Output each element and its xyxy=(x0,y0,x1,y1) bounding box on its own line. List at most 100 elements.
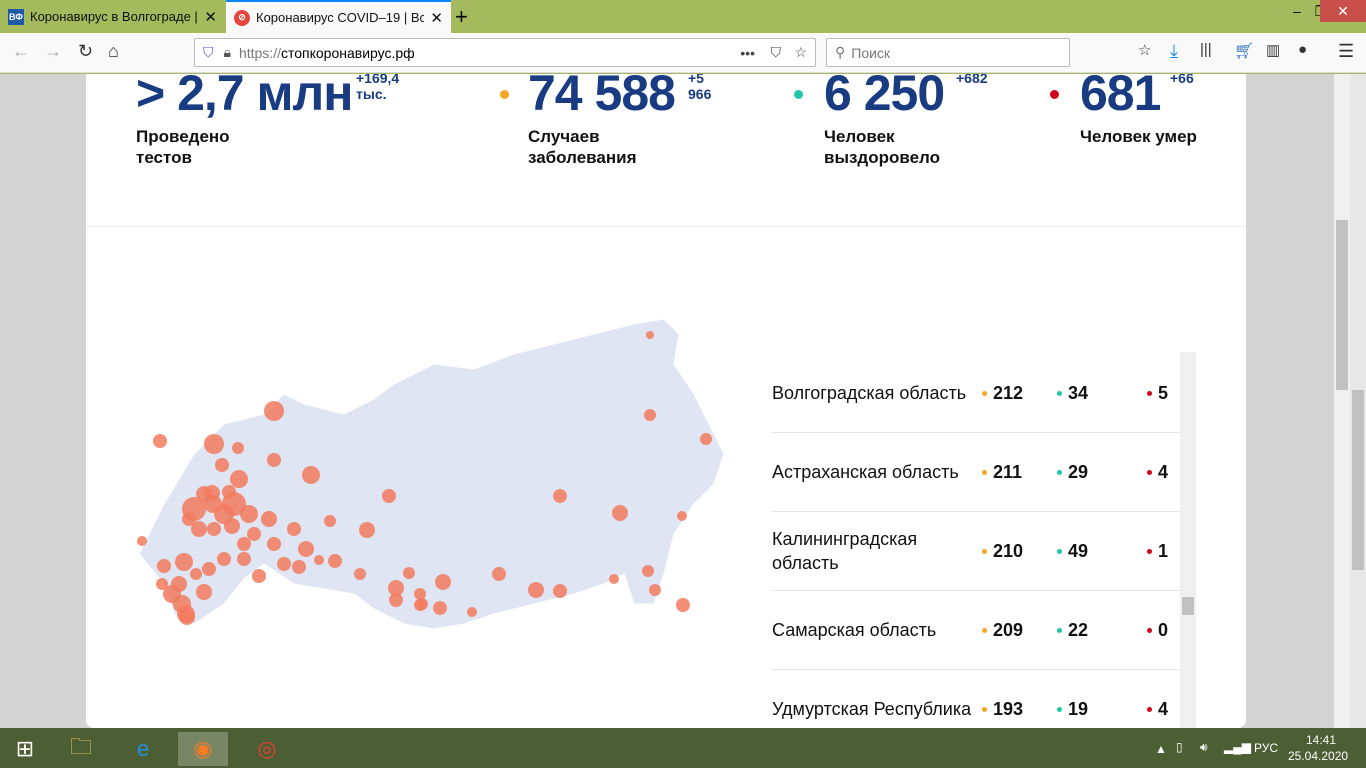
download-icon[interactable]: ⤓ xyxy=(1170,41,1178,62)
region-bubble[interactable] xyxy=(196,584,212,600)
region-row[interactable]: Волгоградская область 212 34 5 xyxy=(772,354,1196,433)
region-bubble[interactable] xyxy=(182,512,196,526)
region-bubble[interactable] xyxy=(642,565,654,577)
region-bubble[interactable] xyxy=(137,536,147,546)
clock-time[interactable]: 14:41 xyxy=(1306,733,1336,747)
region-bubble[interactable] xyxy=(237,552,251,566)
search-input[interactable]: ⚲ Поиск xyxy=(826,38,1070,67)
region-bubble[interactable] xyxy=(277,557,291,571)
forward-icon[interactable]: → xyxy=(44,41,62,62)
region-row[interactable]: Астраханская область 211 29 4 xyxy=(772,433,1196,512)
region-bubble[interactable] xyxy=(553,584,567,598)
region-bubble[interactable] xyxy=(232,442,244,454)
region-bubble[interactable] xyxy=(433,601,447,615)
ie-icon[interactable]: e xyxy=(118,732,168,766)
region-bubble[interactable] xyxy=(414,588,426,600)
library-icon[interactable]: ||| xyxy=(1200,41,1212,58)
region-bubble[interactable] xyxy=(553,489,567,503)
firefox-icon[interactable]: ◉ xyxy=(178,732,228,766)
region-bubble[interactable] xyxy=(190,568,202,580)
explorer-icon[interactable]: 🗀 xyxy=(56,732,106,766)
region-bubble[interactable] xyxy=(264,401,284,421)
clock-date[interactable]: 25.04.2020 xyxy=(1288,749,1348,763)
region-bubble[interactable] xyxy=(287,522,301,536)
region-list-scrollbar[interactable] xyxy=(1180,352,1196,728)
region-bubble[interactable] xyxy=(267,537,281,551)
region-bubble[interactable] xyxy=(202,562,216,576)
region-bubble[interactable] xyxy=(528,582,544,598)
more-icon[interactable]: ••• xyxy=(740,45,755,61)
region-bubble[interactable] xyxy=(328,554,342,568)
region-bubble[interactable] xyxy=(157,559,171,573)
region-bubble[interactable] xyxy=(196,486,212,502)
region-bubble[interactable] xyxy=(324,515,336,527)
russia-map[interactable] xyxy=(134,304,734,644)
region-bubble[interactable] xyxy=(314,555,324,565)
page-scrollbar[interactable] xyxy=(1334,74,1350,728)
region-bubble[interactable] xyxy=(646,331,654,339)
region-bubble[interactable] xyxy=(298,541,314,557)
region-bubble[interactable] xyxy=(354,568,366,580)
close-tab-icon[interactable]: ✕ xyxy=(204,8,217,26)
region-row[interactable]: Самарская область 209 22 0 xyxy=(772,591,1196,670)
region-bubble[interactable] xyxy=(649,584,661,596)
account-icon[interactable]: ● xyxy=(1298,41,1307,58)
sidebar-icon[interactable]: ▥ xyxy=(1266,41,1280,59)
bookmark-star-icon[interactable]: ☆ xyxy=(794,44,807,61)
pocket-icon[interactable]: ⛉ xyxy=(771,44,782,61)
region-bubble[interactable] xyxy=(677,511,687,521)
close-tab-icon[interactable]: ✕ xyxy=(430,9,443,27)
bookmarks-icon[interactable]: ☆ xyxy=(1138,41,1151,59)
region-bubble[interactable] xyxy=(224,518,240,534)
region-bubble[interactable] xyxy=(156,578,168,590)
language-indicator[interactable]: РУС xyxy=(1254,741,1278,755)
network-icon[interactable]: ▂▄▆ xyxy=(1224,740,1251,754)
region-bubble[interactable] xyxy=(467,607,477,617)
region-bubble[interactable] xyxy=(179,609,195,625)
region-bubble[interactable] xyxy=(612,505,628,521)
tab-volgograd[interactable]: ВФ Коронавирус в Волгограде | С ✕ xyxy=(0,0,225,33)
region-bubble[interactable] xyxy=(237,537,251,551)
region-bubble[interactable] xyxy=(175,553,193,571)
region-bubble[interactable] xyxy=(292,560,306,574)
volume-icon[interactable]: 🔊︎ xyxy=(1200,740,1208,755)
region-bubble[interactable] xyxy=(217,552,231,566)
menu-icon[interactable]: ☰ xyxy=(1338,41,1354,62)
new-tab-plus-icon[interactable]: + xyxy=(455,4,468,30)
home-icon[interactable]: ⌂ xyxy=(108,41,119,62)
url-bar[interactable]: ⛉ 🔒︎ https:// стопкоронавирус.рф ••• ⛉ ☆ xyxy=(194,38,816,67)
region-bubble[interactable] xyxy=(261,511,277,527)
region-row[interactable]: Удмуртская Республика 193 19 4 xyxy=(772,670,1196,728)
region-bubble[interactable] xyxy=(435,574,451,590)
region-bubble[interactable] xyxy=(609,574,619,584)
tab-covid[interactable]: ⊘ Коронавирус COVID–19 | Все ч ✕ xyxy=(226,0,451,33)
close-window-icon[interactable]: ✕ xyxy=(1320,0,1366,22)
region-bubble[interactable] xyxy=(389,593,403,607)
region-bubble[interactable] xyxy=(359,522,375,538)
outer-scrollbar[interactable] xyxy=(1350,74,1366,728)
region-bubble[interactable] xyxy=(267,453,281,467)
region-row[interactable]: Калининградская область 210 49 1 xyxy=(772,512,1196,591)
region-bubble[interactable] xyxy=(302,466,320,484)
cart-icon[interactable]: 🛒︎ xyxy=(1234,41,1254,61)
region-bubble[interactable] xyxy=(414,599,426,611)
chrome-icon[interactable]: ◎ xyxy=(242,732,292,766)
reload-icon[interactable]: ↻ xyxy=(78,41,93,62)
region-bubble[interactable] xyxy=(247,527,261,541)
region-bubble[interactable] xyxy=(403,567,415,579)
region-bubble[interactable] xyxy=(676,598,690,612)
region-bubble[interactable] xyxy=(207,522,221,536)
battery-icon[interactable]: ▯ xyxy=(1176,740,1183,754)
region-bubble[interactable] xyxy=(230,470,248,488)
region-bubble[interactable] xyxy=(700,433,712,445)
region-bubble[interactable] xyxy=(204,434,224,454)
tray-up-icon[interactable]: ▲ xyxy=(1155,742,1167,756)
region-bubble[interactable] xyxy=(492,567,506,581)
start-icon[interactable]: ⊞ xyxy=(0,732,50,766)
back-icon[interactable]: ← xyxy=(12,41,30,62)
region-bubble[interactable] xyxy=(240,505,258,523)
region-bubble[interactable] xyxy=(153,434,167,448)
region-bubble[interactable] xyxy=(215,458,229,472)
region-bubble[interactable] xyxy=(382,489,396,503)
region-bubble[interactable] xyxy=(644,409,656,421)
